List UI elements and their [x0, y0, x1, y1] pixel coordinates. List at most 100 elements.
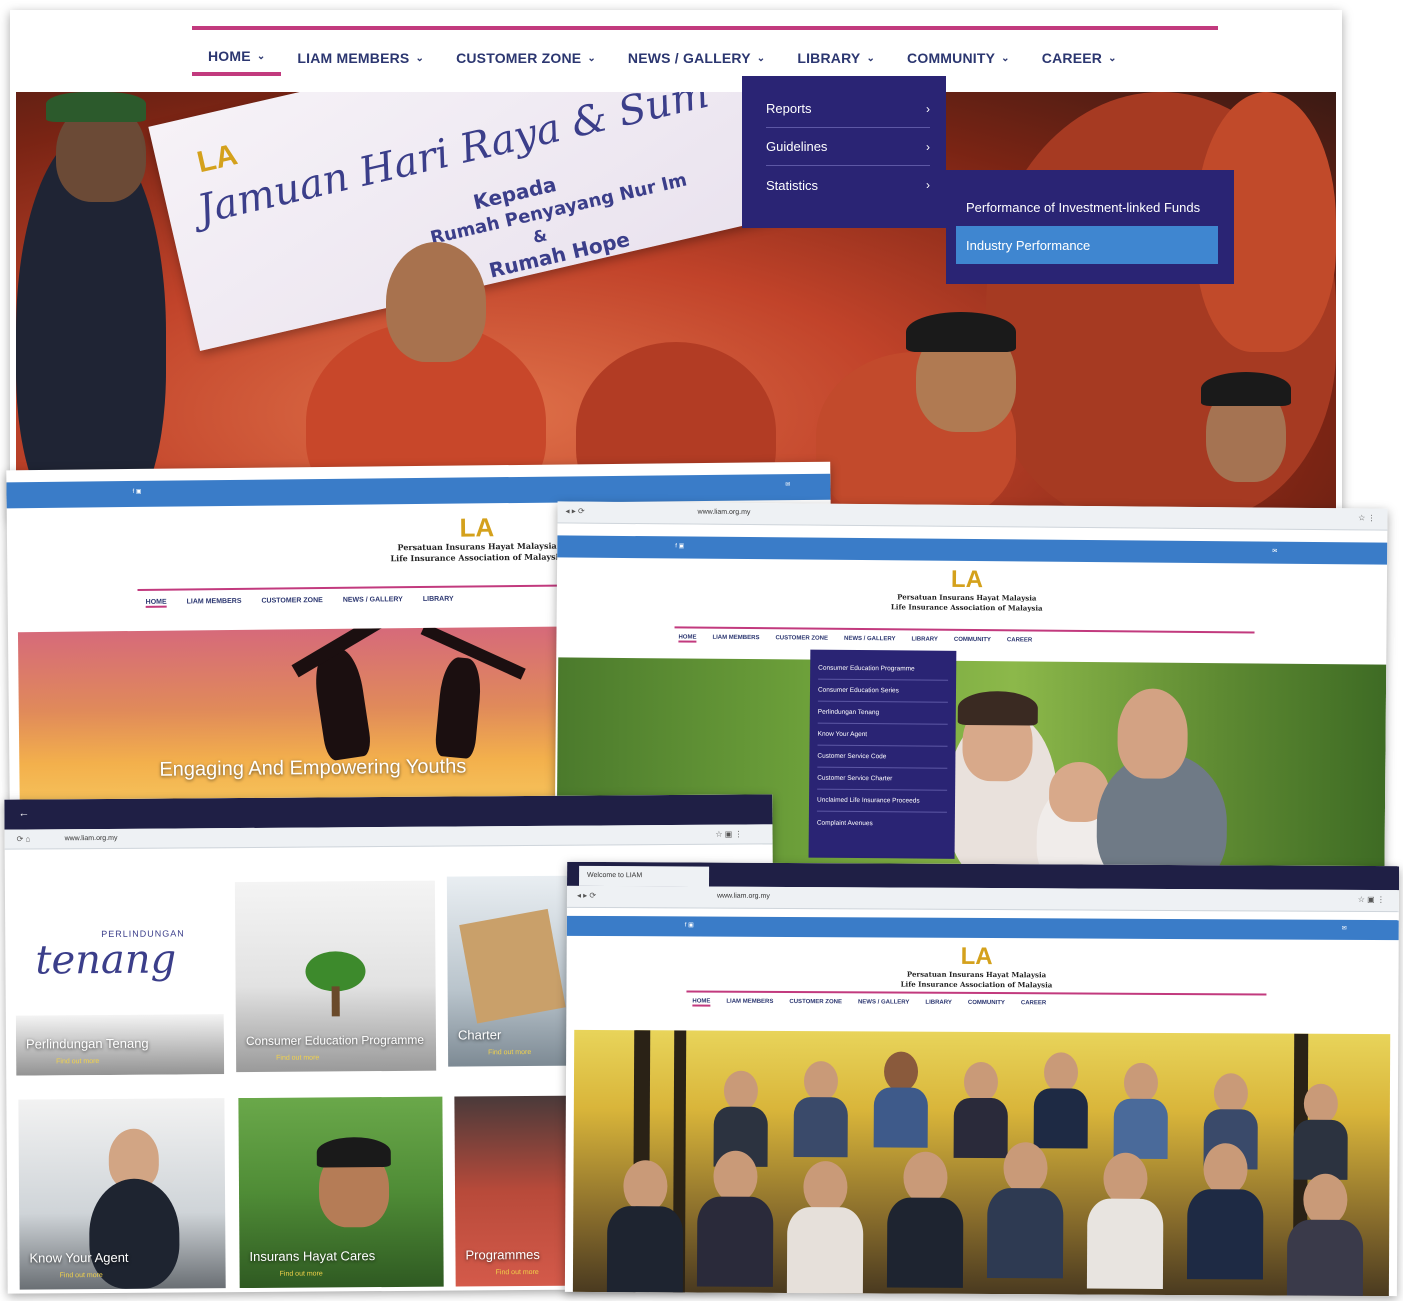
liam-logo-icon: LA — [960, 942, 993, 971]
nav-home[interactable]: HOME — [678, 634, 697, 643]
banner-line: Rumah Hope — [486, 226, 633, 283]
nav-accent-line — [137, 584, 568, 591]
nav-career[interactable]: CAREER ⌄ — [1026, 40, 1133, 76]
clipboard-icon — [459, 908, 566, 1024]
browser-tab[interactable]: Welcome to LIAM — [579, 865, 710, 887]
reload-icon[interactable]: ⟳ ⌂ — [17, 835, 31, 844]
nav-liam-members[interactable]: LIAM MEMBERS — [187, 598, 242, 608]
contact-email-icon: ✉ — [1341, 925, 1347, 932]
hair-shape — [957, 690, 1038, 726]
chevron-right-icon: › — [926, 101, 930, 116]
address-bar[interactable]: www.liam.org.my — [717, 893, 770, 900]
songkok-shape — [316, 1136, 391, 1168]
nav-library[interactable]: LIBRARY — [925, 1000, 951, 1008]
tile-consumer-education[interactable]: Consumer Education Programme Find out mo… — [234, 880, 437, 1073]
nav-library[interactable]: LIBRARY — [423, 596, 454, 605]
nav-news-gallery[interactable]: NEWS / GALLERY — [858, 999, 909, 1007]
nav-community[interactable]: COMMUNITY — [968, 1000, 1005, 1008]
nav-home[interactable]: HOME ⌄ — [192, 40, 282, 76]
library-dropdown: Reports › Guidelines › Statistics › — [742, 76, 946, 228]
chevron-right-icon: › — [926, 139, 930, 154]
menu-item-guidelines[interactable]: Guidelines › — [766, 128, 930, 166]
nav-news-gallery[interactable]: NEWS / GALLERY — [844, 636, 896, 644]
back-forward-icon[interactable]: ◂ ▸ ⟳ — [577, 891, 596, 900]
nav-customer-zone[interactable]: CUSTOMER ZONE ⌄ — [440, 40, 612, 76]
liam-logo-icon: LA — [459, 512, 495, 543]
menu-item-industry-performance[interactable]: Industry Performance — [956, 226, 1218, 264]
browser-tools-icon[interactable]: ☆ ▣ ⋮ — [1358, 895, 1385, 904]
family-nav: HOME LIAM MEMBERS CUSTOMER ZONE NEWS / G… — [678, 634, 1032, 645]
find-out-more-link[interactable]: Find out more — [60, 1272, 103, 1279]
nav-library[interactable]: LIBRARY — [911, 636, 938, 644]
social-icons: f ▣ — [132, 488, 142, 496]
nav-home[interactable]: HOME — [692, 998, 711, 1007]
address-bar[interactable]: www.liam.org.my — [65, 835, 118, 842]
tile-insurans-hayat-cares[interactable]: Insurans Hayat Cares Find out more — [238, 1096, 444, 1289]
nav-community[interactable]: COMMUNITY ⌄ — [891, 40, 1026, 76]
statistics-submenu: Performance of Investment-linked Funds I… — [946, 170, 1234, 284]
nav-customer-zone[interactable]: CUSTOMER ZONE — [789, 999, 842, 1007]
browser-toolbar: ⟳ ⌂ www.liam.org.my ☆ ▣ ⋮ — [4, 824, 773, 850]
menu-item-statistics[interactable]: Statistics › — [766, 166, 930, 204]
nav-home[interactable]: HOME — [145, 598, 167, 608]
browser-tools-icon[interactable]: ☆ ▣ ⋮ — [715, 830, 742, 839]
menu-item-consumer-education-series[interactable]: Consumer Education Series — [817, 679, 949, 703]
association-name-english: Life Insurance Association of Malaysia — [900, 979, 1053, 990]
menu-item-perlindungan-tenang[interactable]: Perlindungan Tenang — [817, 701, 948, 725]
tile-charter[interactable]: Charter Find out more — [446, 875, 579, 1067]
social-icons: f ▣ — [675, 543, 685, 550]
top-info-bar: f ▣ ✉ — [557, 535, 1388, 565]
nav-liam-members[interactable]: LIAM MEMBERS — [712, 635, 759, 643]
nav-liam-members[interactable]: LIAM MEMBERS ⌄ — [281, 40, 440, 76]
nav-news-gallery[interactable]: NEWS / GALLERY ⌄ — [612, 40, 781, 76]
nav-news-gallery[interactable]: NEWS / GALLERY — [343, 596, 403, 606]
group-hero-photo — [572, 1029, 1391, 1297]
nav-library[interactable]: LIBRARY ⌄ — [781, 40, 892, 76]
social-icons: f ▣ — [684, 922, 694, 929]
hero-photo: LA Jamuan Hari Raya & Sum Kepada Rumah P… — [16, 92, 1336, 520]
association-header: LA Persatuan Insurans Hayat Malaysia Lif… — [876, 943, 1076, 990]
contact-email-icon: ✉ — [785, 482, 791, 489]
menu-item-know-your-agent[interactable]: Know Your Agent — [817, 723, 948, 747]
chevron-down-icon: ⌄ — [587, 52, 596, 64]
menu-item-complaint-avenues[interactable]: Complaint Avenues — [817, 812, 947, 835]
tile-know-your-agent[interactable]: Know Your Agent Find out more — [18, 1098, 226, 1290]
nav-career[interactable]: CAREER — [1021, 1000, 1046, 1008]
banner-line: & — [530, 225, 549, 247]
menu-item-customer-service-charter[interactable]: Customer Service Charter — [817, 767, 948, 791]
nav-customer-zone[interactable]: CUSTOMER ZONE — [775, 635, 828, 643]
main-nav: HOME ⌄ LIAM MEMBERS ⌄ CUSTOMER ZONE ⌄ NEWS … — [192, 40, 1133, 76]
menu-item-investment-linked-funds[interactable]: Performance of Investment-linked Funds — [956, 188, 1218, 226]
liam-logo-icon: LA — [950, 565, 984, 594]
menu-item-reports[interactable]: Reports › — [766, 90, 930, 128]
menu-item-consumer-education-programme[interactable]: Consumer Education Programme — [818, 657, 949, 681]
jumping-person-silhouette — [434, 655, 484, 760]
tile-programmes[interactable]: Programmes Find out more — [454, 1095, 582, 1287]
back-forward-icon[interactable]: ◂ ▸ ⟳ — [566, 506, 585, 515]
find-out-more-link[interactable]: Find out more — [56, 1058, 99, 1065]
back-arrow-icon[interactable]: ← — [18, 808, 29, 820]
nav-community[interactable]: COMMUNITY — [954, 637, 991, 645]
nav-customer-zone[interactable]: CUSTOMER ZONE — [261, 597, 322, 607]
menu-item-unclaimed-proceeds[interactable]: Unclaimed Life Insurance Proceeds — [816, 789, 948, 813]
address-bar[interactable]: www.liam.org.my — [698, 509, 751, 516]
find-out-more-link[interactable]: Find out more — [280, 1270, 323, 1277]
tile-perlindungan-tenang[interactable]: PERLINDUNGAN tenang Perlindungan Tenang … — [14, 888, 225, 1076]
chevron-down-icon: ⌄ — [415, 52, 425, 64]
chevron-down-icon: ⌄ — [256, 50, 266, 62]
youth-hero-photo: Engaging And Empowering Youths — [17, 626, 580, 809]
nav-career[interactable]: CAREER — [1007, 637, 1032, 645]
find-out-more-link[interactable]: Find out more — [276, 1054, 319, 1061]
menu-item-customer-service-code[interactable]: Customer Service Code — [817, 745, 948, 769]
contact-email-icon: ✉ — [1272, 548, 1278, 555]
find-out-more-link[interactable]: Find out more — [496, 1269, 539, 1276]
group-nav: HOME LIAM MEMBERS CUSTOMER ZONE NEWS / G… — [692, 998, 1046, 1008]
nav-liam-members[interactable]: LIAM MEMBERS — [726, 999, 773, 1007]
browser-tools-icon[interactable]: ☆ ⋮ — [1358, 513, 1375, 522]
child-face — [386, 242, 486, 362]
tree-trunk-shape — [331, 986, 340, 1017]
nav-accent-line — [686, 990, 1267, 996]
tile-caption: Perlindungan Tenang — [25, 1035, 149, 1052]
find-out-more-link[interactable]: Find out more — [488, 1049, 531, 1056]
nav-accent-line — [674, 626, 1255, 634]
